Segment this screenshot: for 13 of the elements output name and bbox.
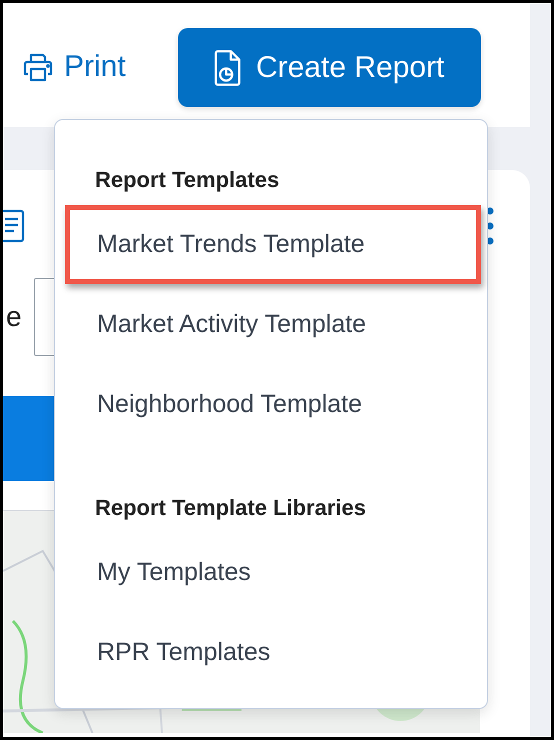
menu-item[interactable]: My Templates [65, 532, 481, 612]
section-heading: Report Template Libraries [95, 494, 367, 522]
menu-item[interactable]: Market Activity Template [65, 284, 481, 364]
print-button[interactable]: Print [22, 50, 126, 84]
printer-icon [22, 51, 54, 83]
list-document-icon [3, 208, 25, 244]
menu-item[interactable]: Market Trends Template [65, 204, 481, 284]
create-report-button[interactable]: Create Report [178, 28, 481, 107]
field-label: e [6, 301, 22, 333]
report-document-icon [214, 48, 242, 86]
section-heading: Report Templates [95, 166, 280, 194]
menu-item[interactable]: Neighborhood Template [65, 364, 481, 444]
menu-item[interactable]: RPR Templates [65, 612, 481, 692]
